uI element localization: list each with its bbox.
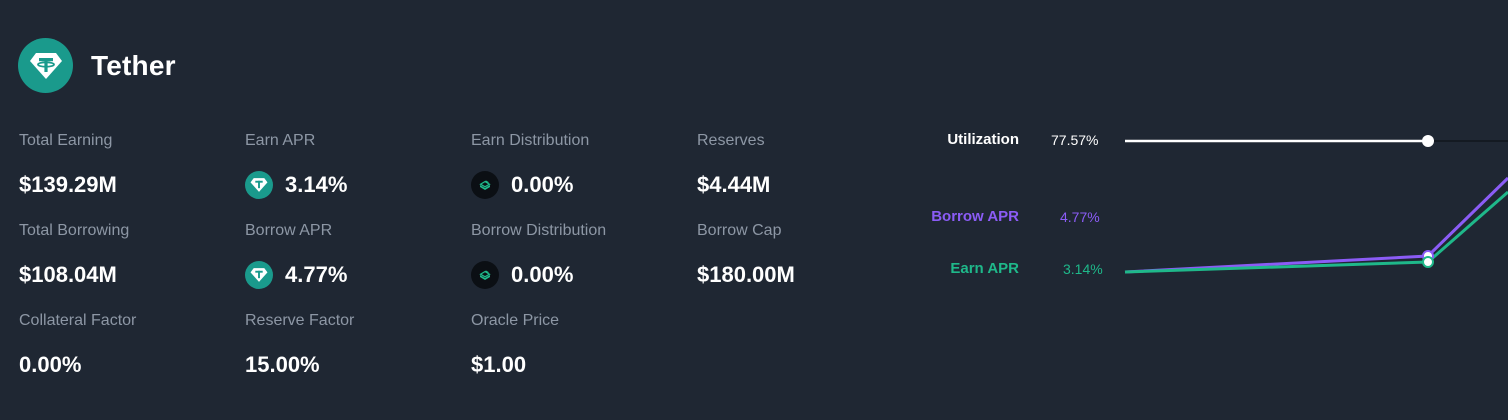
stat-label: Borrow APR [245, 222, 333, 239]
stat-label: Reserve Factor [245, 312, 355, 329]
stat-total-earning: Total Earning $139.29M [19, 131, 117, 200]
tether-icon [245, 261, 273, 289]
market-panel: Tether Total Earning $139.29M Total Borr… [0, 0, 1508, 420]
stat-reserves: Reserves $4.44M [697, 131, 770, 200]
stat-value: 4.77% [285, 262, 348, 287]
stat-collateral-factor: Collateral Factor 0.00% [19, 311, 136, 380]
utilization-value: 77.57% [1051, 132, 1099, 148]
borrow-apr-chart-label: Borrow APR [931, 208, 1019, 225]
stat-reserve-factor: Reserve Factor 15.00% [245, 311, 354, 380]
market-header: Tether [18, 38, 176, 93]
stat-label: Total Earning [19, 132, 113, 149]
stat-borrow-cap: Borrow Cap $180.00M [697, 221, 795, 290]
utilization-slider-handle[interactable] [1422, 135, 1434, 147]
borrow-apr-line [1124, 176, 1508, 274]
stat-value: $139.29M [19, 172, 117, 197]
stat-value: 3.14% [285, 172, 348, 197]
stat-oracle-price: Oracle Price $1.00 [471, 311, 559, 380]
stat-label: Collateral Factor [19, 312, 137, 329]
stat-earn-apr: Earn APR 3.14% [245, 131, 347, 200]
stat-value: 0.00% [19, 352, 82, 377]
compound-icon [471, 261, 499, 289]
stat-value: $108.04M [19, 262, 117, 287]
stat-label: Earn Distribution [471, 132, 590, 149]
stat-label: Earn APR [245, 132, 316, 149]
stat-value: $180.00M [697, 262, 795, 287]
earn-apr-point [1422, 256, 1434, 268]
tether-icon [245, 171, 273, 199]
earn-apr-chart-value: 3.14% [1063, 261, 1103, 277]
stat-label: Reserves [697, 132, 765, 149]
stat-value: 15.00% [245, 352, 320, 377]
stat-total-borrowing: Total Borrowing $108.04M [19, 221, 129, 290]
stat-label: Borrow Cap [697, 222, 782, 239]
compound-icon [471, 171, 499, 199]
stat-value: 0.00% [511, 262, 574, 287]
stat-borrow-distribution: Borrow Distribution 0.00% [471, 221, 606, 290]
stat-value: $4.44M [697, 172, 771, 197]
stat-value: $1.00 [471, 352, 527, 377]
utilization-label: Utilization [947, 131, 1019, 148]
stat-label: Oracle Price [471, 312, 560, 329]
market-title: Tether [91, 49, 176, 81]
stat-label: Borrow Distribution [471, 222, 607, 239]
borrow-apr-chart-value: 4.77% [1060, 209, 1100, 225]
tether-icon [18, 38, 73, 93]
stat-borrow-apr: Borrow APR 4.77% [245, 221, 347, 290]
earn-apr-chart-label: Earn APR [950, 260, 1019, 277]
stat-value: 0.00% [511, 172, 574, 197]
stat-label: Total Borrowing [19, 222, 130, 239]
stat-earn-distribution: Earn Distribution 0.00% [471, 131, 589, 200]
rate-curve-chart[interactable] [1110, 100, 1508, 300]
